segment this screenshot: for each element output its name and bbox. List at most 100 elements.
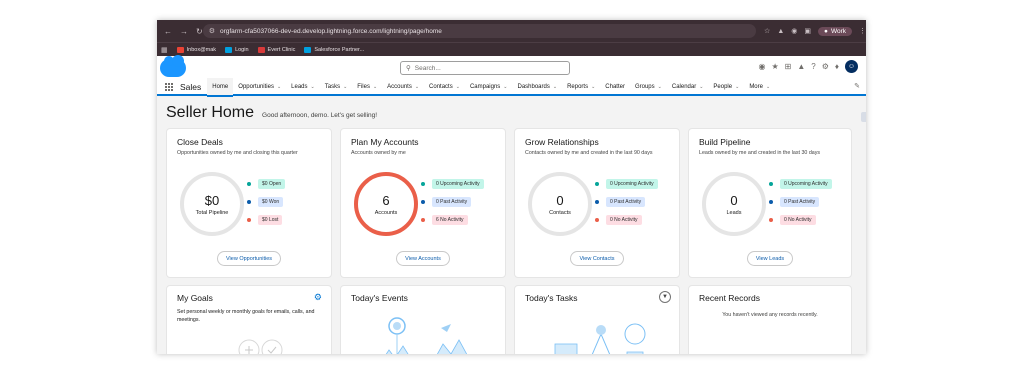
site-info-icon[interactable]: ⚙	[209, 27, 215, 35]
nav-tab-opportunities[interactable]: Opportunities ⌄	[233, 78, 286, 95]
metric-value: 0	[556, 192, 564, 208]
user-avatar[interactable]: ☺	[845, 60, 858, 73]
stat-badge[interactable]: 0 Upcoming Activity	[780, 179, 832, 189]
bookmark-item[interactable]: Salesforce Partner...	[304, 46, 364, 53]
chevron-down-icon[interactable]: ⌄	[343, 84, 347, 90]
forward-icon[interactable]: →	[180, 27, 188, 36]
page-title: Seller Home	[166, 104, 255, 121]
chevron-down-icon[interactable]: ⌄	[415, 84, 419, 90]
stat-row: 0 Past Activity	[421, 197, 472, 207]
nav-tab-more[interactable]: More ⌄	[744, 78, 775, 95]
nav-tab-accounts[interactable]: Accounts ⌄	[382, 78, 424, 95]
stat-badge[interactable]: 0 Past Activity	[432, 197, 472, 207]
view-total-pipeline-button[interactable]: View Opportunities	[216, 251, 282, 266]
help-icon[interactable]: ?	[811, 62, 815, 71]
extensions-puzzle-icon[interactable]: ▣	[804, 27, 811, 35]
card-title: Close Deals	[177, 137, 223, 147]
bookmark-item[interactable]: Evert Clinic	[257, 46, 295, 53]
view-leads-button[interactable]: View Leads	[746, 251, 794, 266]
assistant-icon[interactable]: ◉	[759, 62, 766, 71]
tasks-filter-dropdown-icon[interactable]: ▼	[659, 291, 671, 303]
stat-badge[interactable]: $0 Lost	[258, 215, 283, 225]
nav-tab-tasks[interactable]: Tasks ⌄	[320, 78, 353, 95]
nav-tab-dashboards[interactable]: Dashboards ⌄	[513, 78, 563, 95]
browser-menu-icon[interactable]: ⋮	[859, 27, 866, 35]
clinic-icon	[257, 46, 265, 53]
chevron-down-icon[interactable]: ⌄	[456, 84, 460, 90]
address-bar[interactable]: ⚙ orgfarm-cfa5037066-dev-ed.develop.ligh…	[202, 24, 757, 38]
stat-badge[interactable]: 0 No Activity	[606, 215, 642, 225]
app-navigation-bar: Sales Home Opportunities ⌄ Leads ⌄ Tasks ⌄ File…	[157, 78, 866, 97]
nav-tab-campaigns[interactable]: Campaigns ⌄	[465, 78, 513, 95]
card-subtitle: Accounts owned by me	[351, 150, 406, 156]
nav-tab-label: Contacts	[429, 83, 453, 90]
setup-gear-icon[interactable]: ⚙	[822, 62, 829, 71]
favorites-star-icon[interactable]: ★	[771, 62, 778, 71]
chevron-down-icon[interactable]: ⌄	[553, 84, 557, 90]
profile-badge[interactable]: ● Work	[818, 26, 852, 36]
chevron-down-icon[interactable]: ⌄	[591, 84, 595, 90]
view-accounts-button[interactable]: View Accounts	[396, 251, 450, 266]
nav-tab-label: Tasks	[324, 83, 341, 90]
metric-label: Total Pipeline	[195, 209, 229, 216]
chevron-down-icon[interactable]: ⌄	[277, 84, 281, 90]
chevron-down-icon[interactable]: ⌄	[699, 84, 703, 90]
stat-badge[interactable]: 6 No Activity	[432, 215, 468, 225]
chevron-down-icon[interactable]: ⌄	[311, 84, 315, 90]
extension-icon-2[interactable]: ◉	[791, 27, 797, 35]
status-dot	[247, 218, 251, 222]
stat-badge[interactable]: 0 Upcoming Activity	[606, 179, 658, 189]
notifications-bell-icon[interactable]: ♦	[835, 62, 839, 71]
nav-tab-home[interactable]: Home	[207, 78, 234, 97]
card-title: Recent Records	[699, 293, 760, 303]
nav-tab-groups[interactable]: Groups ⌄	[630, 78, 667, 95]
stat-badge[interactable]: $0 Open	[258, 179, 286, 189]
chevron-down-icon[interactable]: ⌄	[735, 84, 739, 90]
chevron-down-icon[interactable]: ⌄	[373, 84, 377, 90]
trailhead-icon[interactable]: ▲	[797, 62, 805, 71]
nav-tab-chatter[interactable]: Chatter	[600, 78, 630, 95]
stat-badge[interactable]: 0 No Activity	[780, 215, 816, 225]
bookmark-star-icon[interactable]: ☆	[764, 27, 770, 35]
salesforce-logo[interactable]	[160, 55, 186, 77]
view-contacts-button[interactable]: View Contacts	[570, 251, 624, 266]
global-search-input[interactable]: ⚲ Search...	[400, 61, 570, 75]
goals-description: Set personal weekly or monthly goals for…	[177, 309, 315, 323]
status-dot	[769, 200, 773, 204]
goals-settings-icon[interactable]: ⚙	[314, 292, 322, 303]
back-icon[interactable]: ←	[164, 27, 172, 36]
nav-tab-leads[interactable]: Leads ⌄	[286, 78, 320, 95]
stat-badge[interactable]: 0 Upcoming Activity	[432, 179, 484, 189]
reload-icon[interactable]: ↻	[196, 27, 203, 36]
edit-nav-pencil-icon[interactable]: ✎	[854, 82, 860, 90]
global-actions-add-icon[interactable]: ⊞	[785, 62, 792, 71]
app-launcher-icon[interactable]	[165, 82, 173, 91]
nav-tab-files[interactable]: Files ⌄	[352, 78, 382, 95]
status-dot	[595, 182, 599, 186]
bookmark-item[interactable]: Login	[225, 46, 249, 53]
stat-badge[interactable]: 0 Past Activity	[606, 197, 646, 207]
side-panel-toggle[interactable]	[861, 112, 866, 122]
bookmark-item[interactable]: Inbox@mak	[176, 46, 216, 53]
recent-records-card: Recent Records You haven't viewed any re…	[688, 285, 852, 354]
nav-tab-label: Home	[212, 83, 229, 90]
extension-icon[interactable]: ▲	[777, 28, 784, 35]
apps-grid-icon[interactable]: ▦	[161, 46, 168, 54]
nav-tab-calendar[interactable]: Calendar ⌄	[667, 78, 709, 95]
nav-tab-contacts[interactable]: Contacts ⌄	[424, 78, 465, 95]
card-subtitle: Contacts owned by me and created in the …	[525, 150, 653, 156]
stat-row: $0 Lost	[247, 215, 283, 225]
stat-badge[interactable]: $0 Won	[258, 197, 284, 207]
nav-tab-reports[interactable]: Reports ⌄	[562, 78, 600, 95]
chevron-down-icon[interactable]: ⌄	[503, 84, 507, 90]
profile-avatar-icon: ●	[824, 27, 828, 35]
events-illustration	[385, 317, 468, 354]
chevron-down-icon[interactable]: ⌄	[658, 84, 662, 90]
nav-tab-people[interactable]: People ⌄	[708, 78, 744, 95]
url-text: orgfarm-cfa5037066-dev-ed.develop.lightn…	[219, 27, 442, 35]
tasks-illustration	[554, 323, 646, 354]
chevron-down-icon[interactable]: ⌄	[766, 84, 770, 90]
stat-row: 0 Upcoming Activity	[769, 179, 832, 189]
stat-badge[interactable]: 0 Past Activity	[780, 197, 820, 207]
status-dot	[769, 182, 773, 186]
